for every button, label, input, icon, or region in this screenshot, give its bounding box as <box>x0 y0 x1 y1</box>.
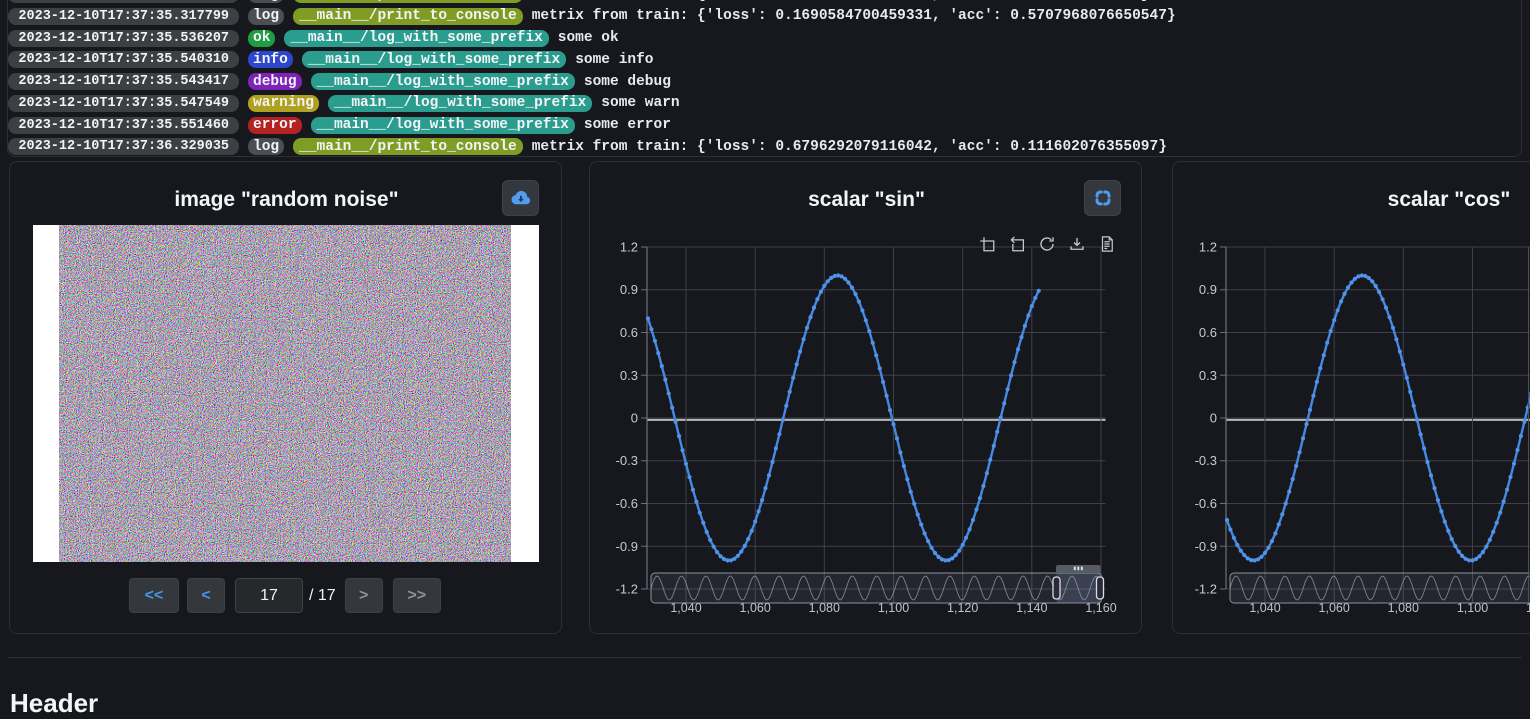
svg-text:-1.2: -1.2 <box>616 582 638 597</box>
svg-text:0.3: 0.3 <box>620 368 638 383</box>
svg-text:-0.3: -0.3 <box>1195 453 1217 468</box>
svg-text:0.9: 0.9 <box>620 282 638 297</box>
svg-text:1.2: 1.2 <box>1199 240 1217 255</box>
svg-text:1.2: 1.2 <box>620 240 638 255</box>
svg-text:-0.6: -0.6 <box>1195 496 1217 511</box>
svg-text:0: 0 <box>1210 411 1217 426</box>
svg-text:-0.9: -0.9 <box>1195 539 1217 554</box>
svg-text:0.3: 0.3 <box>1199 368 1217 383</box>
svg-text:-1.2: -1.2 <box>1195 582 1217 597</box>
svg-text:0: 0 <box>631 411 638 426</box>
svg-text:-0.6: -0.6 <box>616 496 638 511</box>
svg-text:-0.9: -0.9 <box>616 539 638 554</box>
svg-text:-0.3: -0.3 <box>616 453 638 468</box>
svg-text:0.9: 0.9 <box>1199 282 1217 297</box>
svg-text:0.6: 0.6 <box>620 325 638 340</box>
svg-text:0.6: 0.6 <box>1199 325 1217 340</box>
